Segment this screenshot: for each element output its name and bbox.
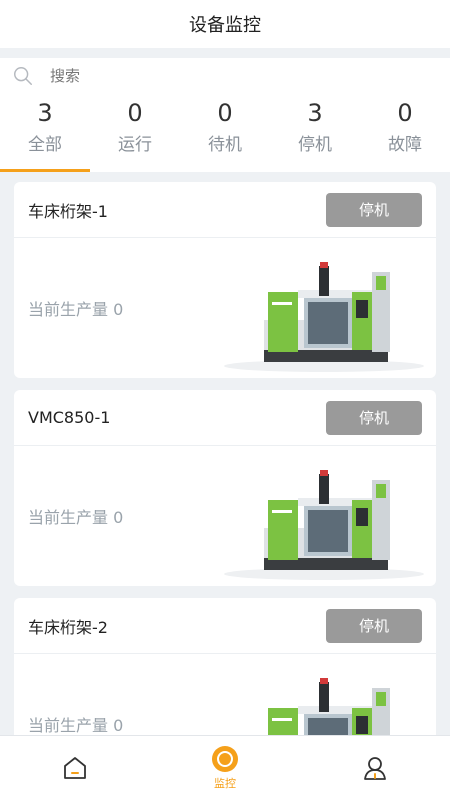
cnc-machine-image bbox=[224, 262, 424, 372]
tab-stopped[interactable]: 3 停机 bbox=[270, 94, 360, 172]
status-button[interactable]: 停机 bbox=[326, 608, 422, 643]
device-name: VMC850-1 bbox=[28, 408, 111, 427]
bottom-nav: 监控 bbox=[0, 735, 450, 800]
tab-count: 0 bbox=[217, 99, 233, 127]
tab-label: 故障 bbox=[388, 135, 422, 155]
search-input[interactable] bbox=[50, 67, 410, 85]
device-card[interactable]: 车床桁架-2 停机 当前生产量 0 bbox=[14, 598, 436, 735]
nav-label: 监控 bbox=[214, 777, 236, 790]
production-count: 当前生产量 0 bbox=[28, 300, 124, 319]
device-name: 车床桁架-1 bbox=[28, 201, 108, 221]
production-count: 当前生产量 0 bbox=[28, 716, 124, 735]
search-icon bbox=[14, 67, 32, 85]
device-card[interactable]: 车床桁架-1 停机 当前生产量 0 bbox=[14, 182, 436, 378]
search-bar[interactable] bbox=[0, 58, 450, 94]
device-name: 车床桁架-2 bbox=[28, 617, 108, 637]
device-card[interactable]: VMC850-1 停机 当前生产量 0 bbox=[14, 390, 436, 586]
tab-count: 0 bbox=[397, 99, 413, 127]
cnc-machine-image bbox=[224, 470, 424, 580]
tab-fault[interactable]: 0 故障 bbox=[360, 94, 450, 172]
nav-profile[interactable] bbox=[300, 736, 450, 800]
tab-label: 全部 bbox=[28, 135, 62, 155]
tab-standby[interactable]: 0 待机 bbox=[180, 94, 270, 172]
status-button[interactable]: 停机 bbox=[326, 400, 422, 435]
monitor-icon bbox=[212, 746, 238, 772]
status-tabs: 3 全部 0 运行 0 待机 3 停机 0 故障 bbox=[0, 94, 450, 172]
tab-label: 停机 bbox=[298, 135, 332, 155]
nav-home[interactable] bbox=[0, 736, 150, 800]
user-icon bbox=[364, 757, 386, 780]
tab-count: 0 bbox=[127, 99, 143, 127]
production-count: 当前生产量 0 bbox=[28, 508, 124, 527]
cnc-machine-image bbox=[268, 678, 390, 735]
tab-all[interactable]: 3 全部 bbox=[0, 94, 90, 172]
app-header: 设备监控 bbox=[0, 0, 450, 48]
tab-label: 运行 bbox=[118, 135, 152, 155]
tab-count: 3 bbox=[307, 99, 323, 127]
home-icon bbox=[64, 757, 86, 779]
tab-count: 3 bbox=[37, 99, 53, 127]
device-list: 车床桁架-1 停机 当前生产量 0 VMC850-1 停机 当前生产量 0 车床… bbox=[0, 172, 450, 735]
page-title: 设备监控 bbox=[189, 15, 261, 36]
tab-label: 待机 bbox=[208, 135, 242, 155]
status-button[interactable]: 停机 bbox=[326, 192, 422, 227]
nav-monitor[interactable]: 监控 bbox=[150, 736, 300, 800]
tab-running[interactable]: 0 运行 bbox=[90, 94, 180, 172]
